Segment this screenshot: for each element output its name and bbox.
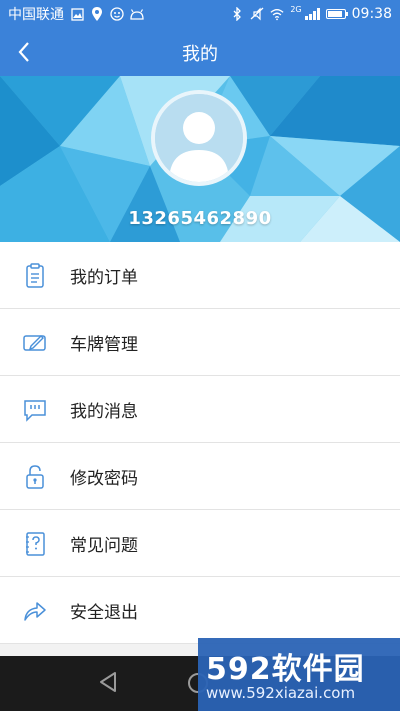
menu-item-messages[interactable]: 我的消息 [0,376,400,443]
edit-card-icon [23,335,46,351]
watermark-url: www.592xiazai.com [206,684,356,702]
avatar[interactable] [151,90,247,186]
app-notification-icon [110,7,124,21]
menu-item-faq[interactable]: 常见问题 [0,510,400,577]
lock-icon [26,465,44,489]
menu-item-label: 安全退出 [70,602,138,623]
status-bar: 中国联通 2G 09:38 [0,0,400,28]
menu-item-logout[interactable]: 安全退出 [0,577,400,644]
menu-item-label: 我的订单 [70,267,138,288]
menu-list: 我的订单 车牌管理 我的消息 修改密码 常见问题 安全退出 [0,242,400,644]
image-notification-icon [70,7,84,21]
bluetooth-icon [230,7,244,21]
nav-back-icon[interactable] [98,671,118,693]
wifi-icon [270,7,284,21]
message-icon [24,400,46,422]
page-title: 我的 [182,44,218,65]
menu-item-label: 常见问题 [70,535,138,556]
android-icon [130,7,144,21]
mute-icon [250,7,264,21]
user-silhouette-icon [155,94,243,182]
watermark-brand: 592软件园 [206,652,365,687]
battery-icon [325,9,348,19]
signal-icon [304,8,320,20]
clipboard-icon [26,263,44,288]
clock: 09:38 [351,6,392,22]
carrier-label: 中国联通 [8,7,64,23]
share-arrow-icon [24,602,46,621]
app-bar: 我的 [0,28,400,76]
phone-number: 13265462890 [128,208,272,229]
menu-item-label: 车牌管理 [70,334,138,355]
network-type-badge: 2G [290,4,302,14]
question-book-icon [26,532,45,556]
menu-item-password[interactable]: 修改密码 [0,443,400,510]
menu-item-label: 修改密码 [70,468,138,489]
menu-item-label: 我的消息 [70,401,138,422]
location-icon [90,7,104,21]
menu-item-plates[interactable]: 车牌管理 [0,309,400,376]
menu-item-orders[interactable]: 我的订单 [0,242,400,309]
